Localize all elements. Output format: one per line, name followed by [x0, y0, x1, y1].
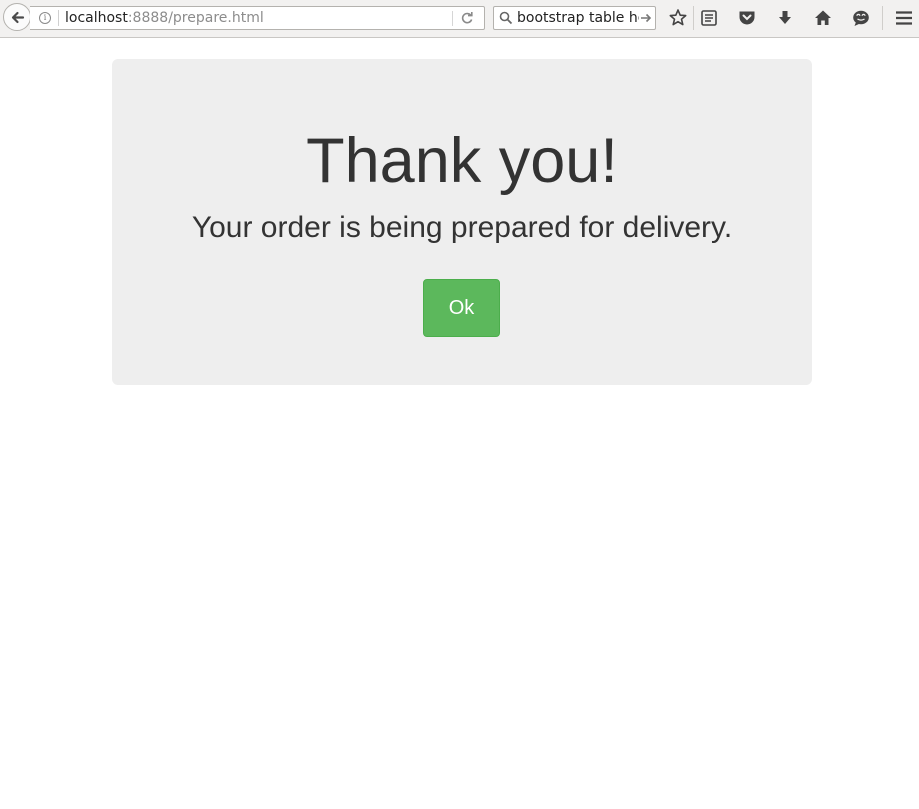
url-bar[interactable]: i localhost:8888/prepare.html [30, 6, 485, 30]
search-go-arrow-icon[interactable] [639, 11, 653, 25]
reload-separator [452, 11, 453, 26]
pocket-icon[interactable] [737, 8, 757, 28]
url-path: :8888/prepare.html [127, 10, 264, 26]
back-arrow-icon [11, 11, 25, 24]
toolbar-separator [882, 6, 883, 30]
page-title: Thank you! [306, 126, 618, 196]
reading-list-icon[interactable] [699, 8, 719, 28]
chat-icon[interactable] [851, 8, 871, 28]
page-subtitle: Your order is being prepared for deliver… [191, 211, 733, 244]
url-text[interactable]: localhost:8888/prepare.html [65, 10, 264, 27]
home-icon[interactable] [813, 8, 833, 28]
jumbotron: Thank you! Your order is being prepared … [112, 59, 812, 385]
toolbar-separator [693, 6, 694, 30]
hamburger-menu-icon[interactable] [894, 8, 914, 28]
search-bar[interactable]: bootstrap table he [493, 6, 656, 30]
url-separator [58, 10, 59, 26]
ok-button[interactable]: Ok [423, 279, 500, 337]
download-icon[interactable] [775, 8, 795, 28]
browser-toolbar: i localhost:8888/prepare.html bootstrap … [0, 0, 919, 38]
back-button[interactable] [3, 3, 31, 31]
info-icon[interactable]: i [39, 12, 51, 24]
search-icon [499, 11, 513, 25]
bookmark-star-icon[interactable] [668, 8, 688, 28]
url-host: localhost [65, 10, 128, 26]
search-input[interactable]: bootstrap table he [517, 10, 639, 27]
reload-icon[interactable] [460, 11, 474, 25]
